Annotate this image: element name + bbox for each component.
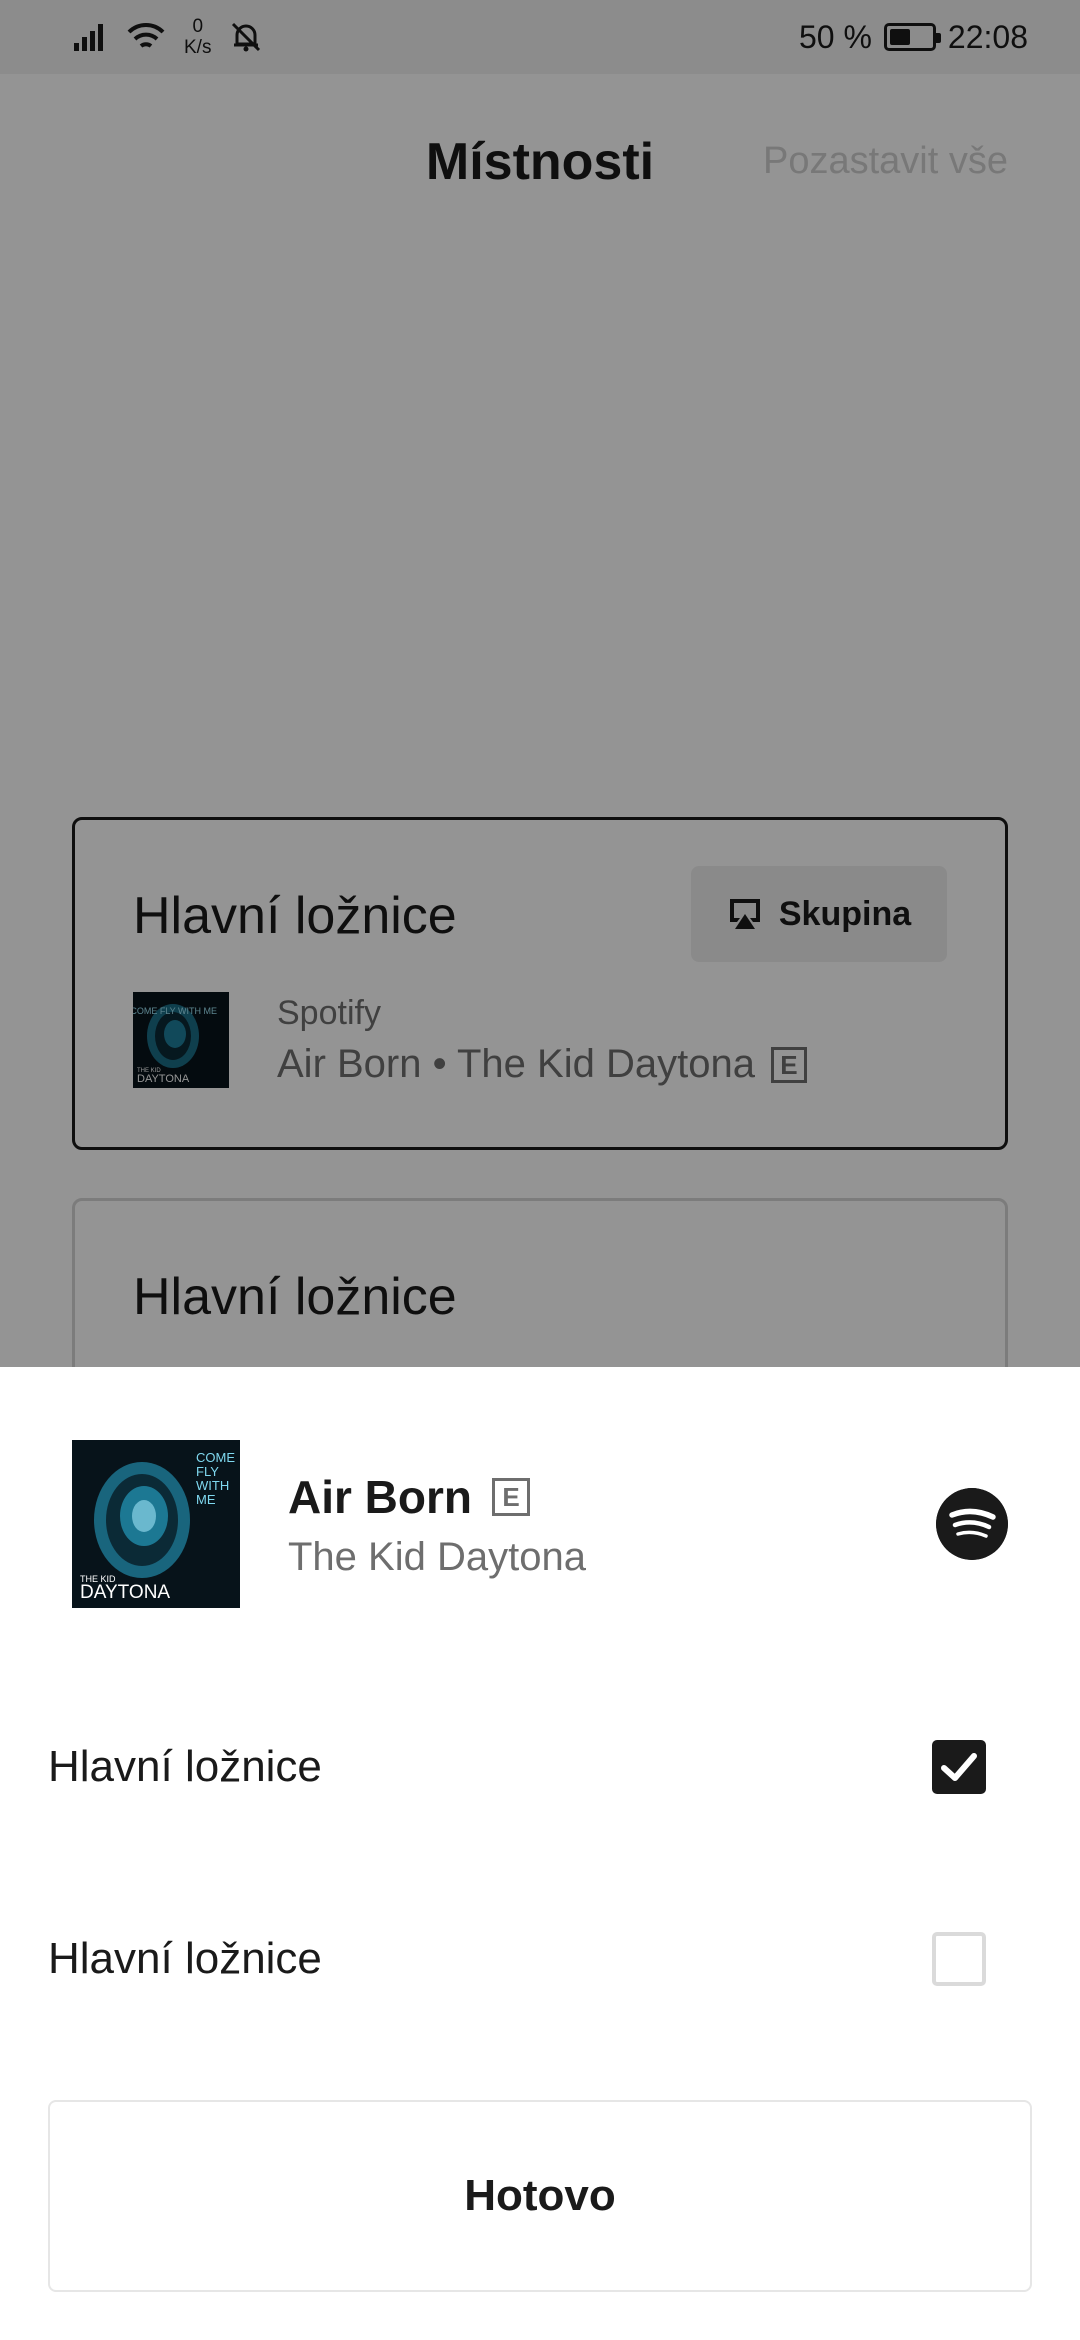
- track-title: Air Born: [288, 1471, 472, 1523]
- track-artist: The Kid Daytona: [288, 1535, 586, 1579]
- track-title-row: Air Born E: [288, 1470, 530, 1524]
- room-option-label: Hlavní ložnice: [48, 1742, 322, 1791]
- room-checkbox-checked[interactable]: [932, 1740, 986, 1794]
- room-option-row[interactable]: Hlavní ložnice: [48, 1908, 1032, 2008]
- room-checkbox-unchecked[interactable]: [932, 1932, 986, 1986]
- room-option-label: Hlavní ložnice: [48, 1934, 322, 1983]
- album-art-text: WITH: [196, 1478, 229, 1493]
- album-art-text: DAYTONA: [80, 1582, 170, 1603]
- album-art-text: ME: [196, 1492, 216, 1507]
- album-art-text: COME: [196, 1450, 235, 1465]
- spotify-icon: [936, 1488, 1008, 1560]
- album-art-text: FLY: [196, 1464, 219, 1479]
- checkmark-icon: [941, 1753, 977, 1781]
- explicit-badge: E: [492, 1478, 530, 1516]
- done-button[interactable]: Hotovo: [48, 2100, 1032, 2292]
- room-option-row[interactable]: Hlavní ložnice: [48, 1716, 1032, 1816]
- album-art: COME FLY WITH ME THE KID DAYTONA: [72, 1440, 240, 1608]
